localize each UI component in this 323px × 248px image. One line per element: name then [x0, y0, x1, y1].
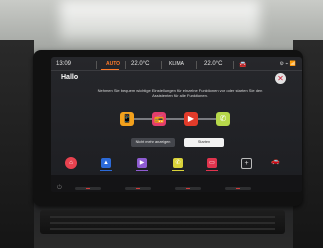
close-button[interactable]: ✕: [275, 73, 286, 84]
car-settings-button[interactable]: 🚗: [271, 157, 280, 165]
dock-media[interactable]: ▶: [137, 158, 147, 168]
shortcut-connector: [198, 118, 216, 120]
climate-auto-button[interactable]: AUTO: [106, 61, 120, 67]
hardware-led: [186, 188, 190, 189]
dock-indicator: [136, 170, 148, 171]
home-button[interactable]: ⌂: [65, 157, 77, 169]
phone-icon: 📱: [122, 114, 132, 123]
infotainment-screen: 13:09 AUTO 22.0°C KLIMA 22.0°C 🚘 ⚙ ⌁ 📶 H…: [51, 57, 302, 192]
call-icon: ✆: [219, 114, 227, 123]
status-separator: [125, 61, 126, 69]
dock-radio[interactable]: ▭: [207, 158, 217, 168]
status-separator: [196, 61, 197, 69]
start-button[interactable]: Starten: [184, 138, 224, 147]
dont-show-again-button[interactable]: Nicht mehr anzeigen: [131, 138, 175, 147]
status-bar: 13:09 AUTO 22.0°C KLIMA 22.0°C 🚘 ⚙ ⌁ 📶: [51, 59, 302, 71]
shortcut-radio[interactable]: 📻: [152, 112, 166, 126]
air-vent: [40, 210, 285, 234]
dock-indicator: [172, 170, 184, 171]
car-settings-icon: 🚗: [271, 158, 280, 165]
shortcut-connector: [134, 118, 152, 120]
phone-icon: ✆: [175, 160, 181, 166]
media-icon: ▶: [139, 160, 145, 166]
temperature-left[interactable]: 22.0°C: [131, 61, 149, 67]
welcome-intro-text: Nehmen Sie bequem wichtige Einstellungen…: [97, 88, 263, 99]
power-icon[interactable]: ⏻: [57, 185, 62, 192]
status-separator: [233, 61, 234, 69]
vent-slat: [50, 228, 275, 230]
shortcut-connector: [166, 118, 184, 120]
shortcut-phone[interactable]: 📱: [120, 112, 134, 126]
shortcut-call[interactable]: ✆: [216, 112, 230, 126]
shortcut-media[interactable]: ▶: [184, 112, 198, 126]
system-status-icons: ⚙ ⌁ 📶: [279, 61, 297, 67]
dock-indicator: [206, 170, 218, 171]
klima-button[interactable]: KLIMA: [169, 61, 184, 67]
status-divider: [51, 70, 302, 71]
clock: 13:09: [56, 61, 72, 67]
play-icon: ▶: [187, 114, 195, 123]
hardware-led: [86, 188, 90, 189]
status-separator: [96, 61, 97, 69]
vent-slat: [50, 222, 275, 224]
greeting-title: Hallo: [61, 74, 79, 81]
dashboard-left-panel: [0, 40, 34, 248]
dock-navigation[interactable]: ▲: [101, 158, 111, 168]
dock-phone[interactable]: ✆: [173, 158, 183, 168]
car-icon[interactable]: 🚘: [239, 61, 246, 68]
radio-icon: ▭: [209, 160, 215, 166]
status-separator: [161, 61, 162, 69]
radio-icon: 📻: [154, 114, 164, 123]
vent-slat: [50, 216, 275, 218]
hardware-led: [136, 188, 140, 189]
hardware-controls: ⏻: [45, 183, 295, 201]
bottom-dock: ⌂ ▲ ▶ ✆ ▭ + 🚗: [51, 154, 302, 174]
nav-icon: ▲: [103, 160, 109, 166]
hardware-led: [236, 188, 240, 189]
windshield-glare: [60, 0, 260, 40]
dock-indicator: [100, 170, 112, 171]
add-shortcut-button[interactable]: +: [241, 158, 252, 169]
home-icon: ⌂: [69, 160, 73, 166]
plus-icon: +: [244, 160, 249, 167]
temperature-right[interactable]: 22.0°C: [204, 61, 222, 67]
